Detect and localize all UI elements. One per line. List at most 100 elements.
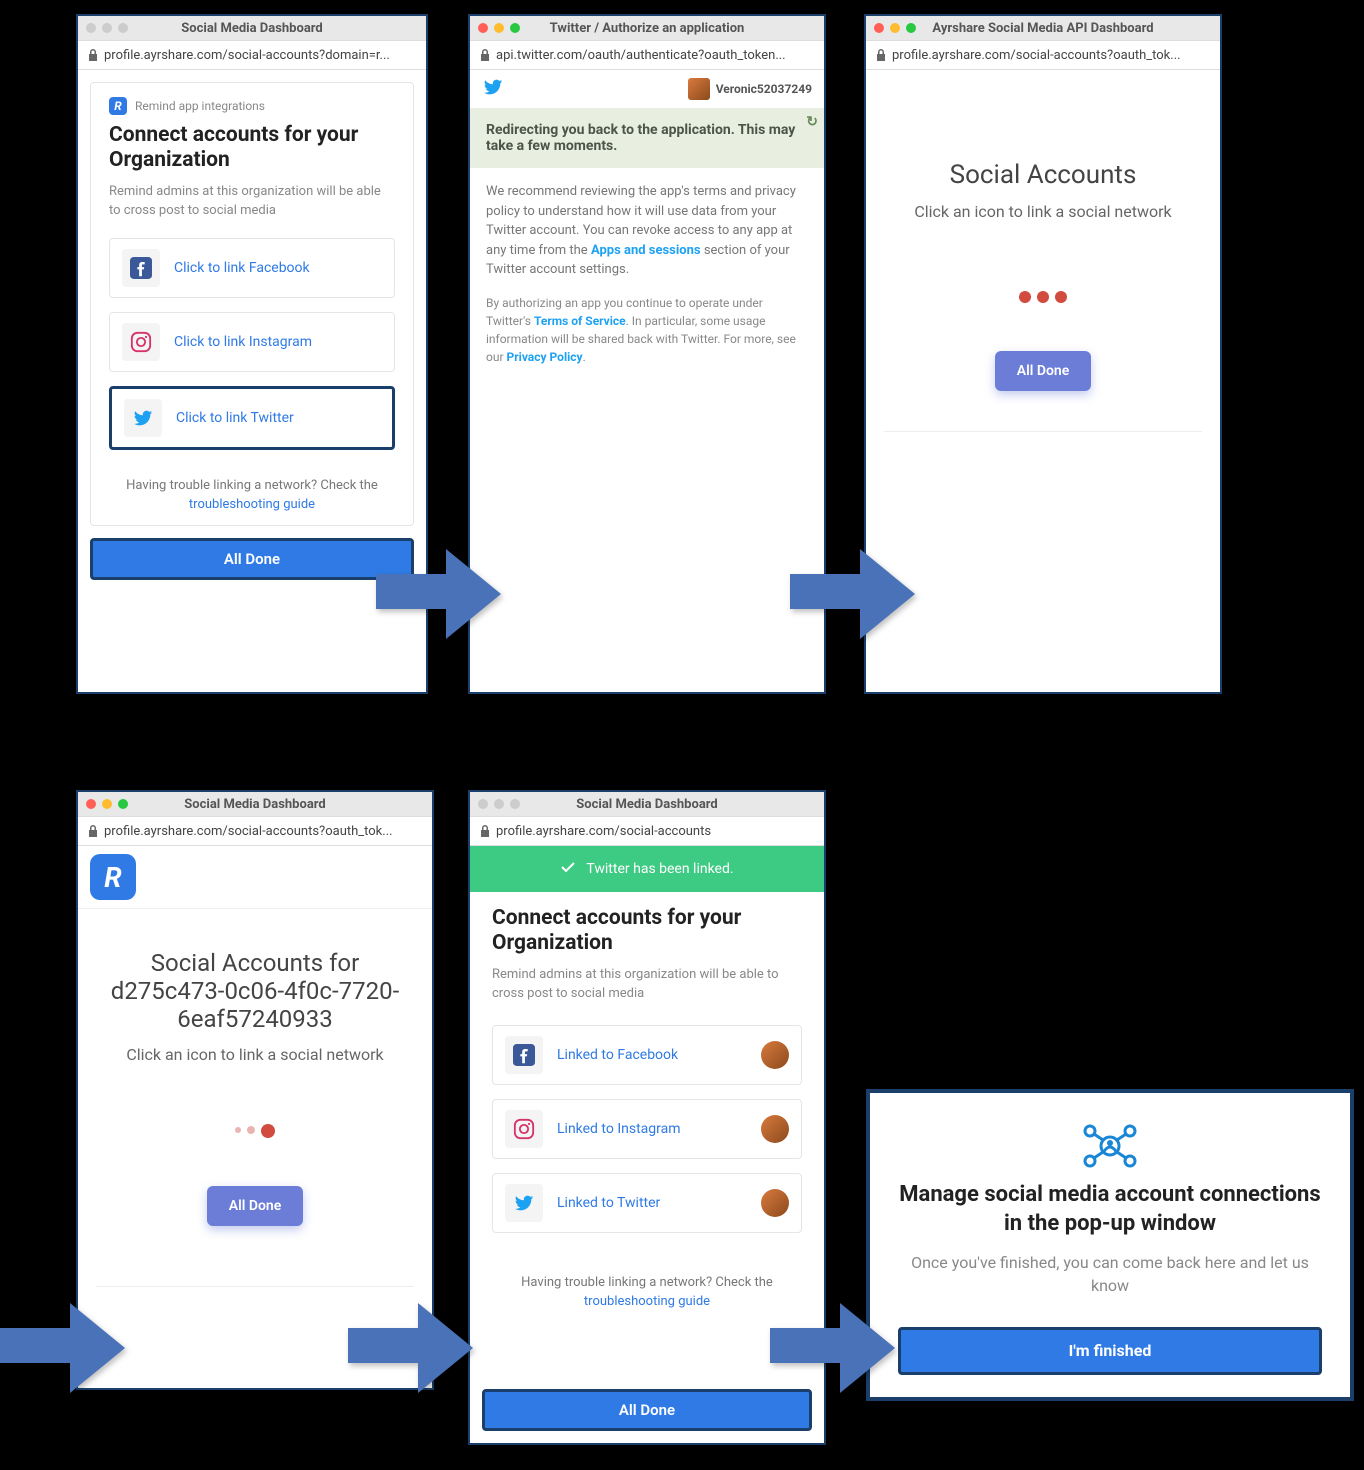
all-done-button[interactable]: All Done — [995, 351, 1092, 391]
close-dot[interactable] — [874, 23, 884, 33]
instagram-icon — [505, 1110, 543, 1148]
close-dot[interactable] — [86, 799, 96, 809]
traffic-lights — [478, 23, 520, 33]
toast-text: Twitter has been linked. — [586, 861, 733, 877]
troubleshooting-link[interactable]: troubleshooting guide — [584, 1294, 710, 1309]
success-toast: Twitter has been linked. — [470, 846, 824, 892]
loader-icon — [1019, 291, 1067, 303]
troubleshooting-link[interactable]: troubleshooting guide — [189, 497, 315, 512]
username: Veronic52037249 — [716, 82, 812, 96]
arrow-icon — [348, 1298, 478, 1398]
facebook-icon — [122, 249, 160, 287]
content: R Remind app integrations Connect accoun… — [78, 70, 426, 692]
traffic-lights — [478, 799, 520, 809]
apps-sessions-link[interactable]: Apps and sessions — [591, 243, 701, 258]
avatar-icon — [761, 1189, 789, 1217]
window-title: Social Media Dashboard — [86, 797, 424, 812]
im-finished-button[interactable]: I'm finished — [898, 1327, 1322, 1375]
close-dot[interactable] — [478, 23, 488, 33]
window-title: Twitter / Authorize an application — [478, 21, 816, 36]
finish-modal: Manage social media account connections … — [866, 1089, 1354, 1401]
modal-heading: Manage social media account connections … — [898, 1181, 1322, 1238]
titlebar: Social Media Dashboard — [470, 792, 824, 816]
modal-sub: Once you've finished, you can come back … — [898, 1252, 1322, 1297]
avatar-icon — [688, 78, 710, 100]
heading: Social Accounts — [930, 160, 1157, 190]
url-text: profile.ayrshare.com/social-accounts?dom… — [104, 48, 390, 63]
max-dot[interactable] — [906, 23, 916, 33]
step2-window: Twitter / Authorize an application api.t… — [468, 14, 826, 694]
min-dot[interactable] — [102, 799, 112, 809]
window-title: Ayrshare Social Media API Dashboard — [874, 21, 1212, 36]
max-dot[interactable] — [510, 799, 520, 809]
min-dot[interactable] — [494, 23, 504, 33]
user-row: Veronic52037249 — [470, 70, 824, 108]
url-text: profile.ayrshare.com/social-accounts — [496, 824, 711, 839]
remind-logo-icon: R — [90, 854, 136, 900]
remind-icon: R — [109, 97, 127, 115]
min-dot[interactable] — [890, 23, 900, 33]
authorize-text: By authorizing an app you continue to op… — [470, 294, 824, 380]
trouble-text: Having trouble linking a network? Check … — [109, 476, 395, 515]
window-title: Social Media Dashboard — [86, 21, 418, 36]
link-facebook-label: Click to link Facebook — [174, 260, 310, 276]
arrow-icon — [770, 1298, 900, 1398]
max-dot[interactable] — [510, 23, 520, 33]
url-text: api.twitter.com/oauth/authenticate?oauth… — [496, 48, 786, 63]
url-text: profile.ayrshare.com/social-accounts?oau… — [892, 48, 1181, 63]
close-dot[interactable] — [86, 23, 96, 33]
link-facebook-row[interactable]: Click to link Facebook — [109, 238, 395, 298]
redirect-banner: Redirecting you back to the application.… — [470, 108, 824, 168]
arrow-icon — [0, 1298, 130, 1398]
close-icon[interactable]: ↻ — [806, 114, 818, 130]
linked-instagram-label: Linked to Instagram — [557, 1121, 681, 1137]
twitter-icon — [124, 399, 162, 437]
content: Veronic52037249 Redirecting you back to … — [470, 70, 824, 692]
trouble-text: Having trouble linking a network? Check … — [492, 1273, 802, 1312]
titlebar: Ayrshare Social Media API Dashboard — [866, 16, 1220, 40]
lock-icon — [480, 825, 490, 837]
link-instagram-row[interactable]: Click to link Instagram — [109, 312, 395, 372]
all-done-button[interactable]: All Done — [482, 1389, 812, 1431]
all-done-button[interactable]: All Done — [207, 1186, 304, 1226]
tos-link[interactable]: Terms of Service — [534, 314, 626, 328]
urlbar: api.twitter.com/oauth/authenticate?oauth… — [470, 40, 824, 70]
connect-card: R Remind app integrations Connect accoun… — [90, 82, 414, 526]
twitter-icon — [505, 1184, 543, 1222]
heading: Social Accounts for d275c473-0c06-4f0c-7… — [78, 949, 432, 1033]
heading: Connect accounts for your Organization — [492, 906, 802, 956]
max-dot[interactable] — [118, 23, 128, 33]
close-dot[interactable] — [478, 799, 488, 809]
remind-row: R Remind app integrations — [109, 97, 395, 115]
lock-icon — [876, 49, 886, 61]
lock-icon — [88, 825, 98, 837]
min-dot[interactable] — [102, 23, 112, 33]
network-icon — [1082, 1123, 1138, 1169]
titlebar: Twitter / Authorize an application — [470, 16, 824, 40]
privacy-link[interactable]: Privacy Policy — [507, 350, 583, 364]
linked-instagram-row[interactable]: Linked to Instagram — [492, 1099, 802, 1159]
subheading: Remind admins at this organization will … — [109, 183, 395, 219]
linked-facebook-row[interactable]: Linked to Facebook — [492, 1025, 802, 1085]
subheading: Click an icon to link a social network — [894, 202, 1191, 221]
window-title: Social Media Dashboard — [478, 797, 816, 812]
urlbar: profile.ayrshare.com/social-accounts?dom… — [78, 40, 426, 70]
titlebar: Social Media Dashboard — [78, 792, 432, 816]
max-dot[interactable] — [118, 799, 128, 809]
urlbar: profile.ayrshare.com/social-accounts?oau… — [78, 816, 432, 846]
min-dot[interactable] — [494, 799, 504, 809]
all-done-button[interactable]: All Done — [90, 538, 414, 580]
check-icon — [560, 859, 576, 879]
loader-icon — [235, 1124, 275, 1138]
titlebar: Social Media Dashboard — [78, 16, 426, 40]
recommendation-text: We recommend reviewing the app's terms a… — [470, 168, 824, 294]
username-block[interactable]: Veronic52037249 — [688, 78, 812, 100]
linked-twitter-row[interactable]: Linked to Twitter — [492, 1173, 802, 1233]
url-text: profile.ayrshare.com/social-accounts?oau… — [104, 824, 393, 839]
traffic-lights — [86, 23, 128, 33]
urlbar: profile.ayrshare.com/social-accounts?oau… — [866, 40, 1220, 70]
avatar-icon — [761, 1041, 789, 1069]
facebook-icon — [505, 1036, 543, 1074]
link-twitter-row[interactable]: Click to link Twitter — [109, 386, 395, 450]
arrow-icon — [376, 544, 506, 644]
